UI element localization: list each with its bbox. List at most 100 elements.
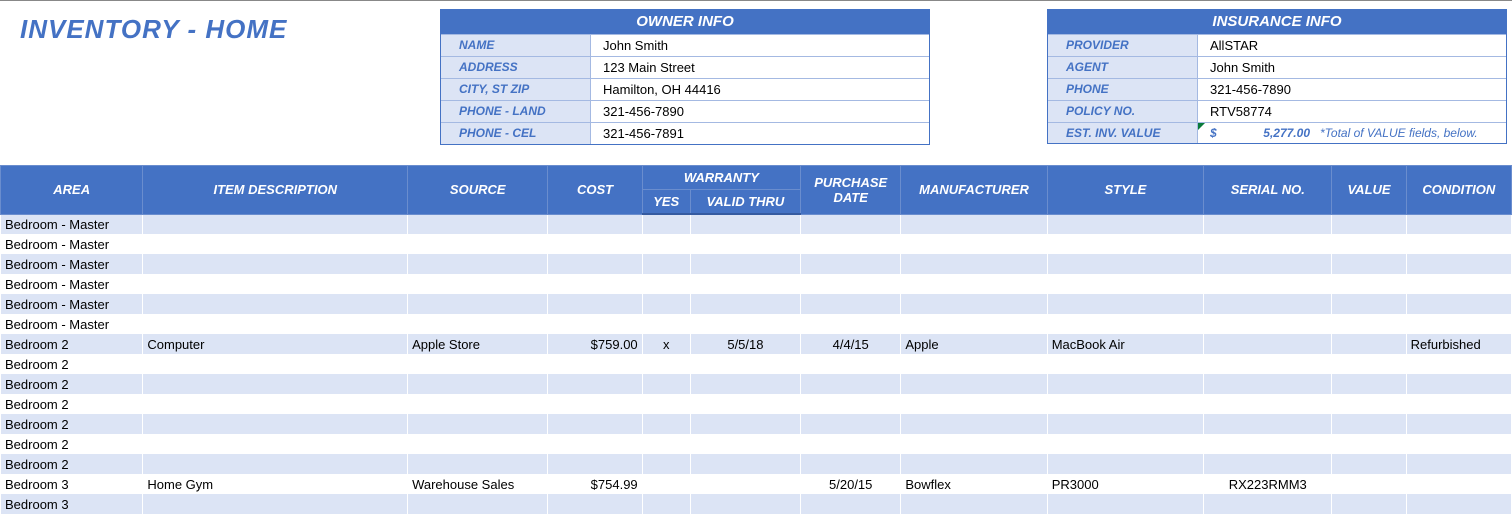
cell-cond[interactable] — [1406, 414, 1511, 434]
cell-yes[interactable] — [642, 274, 690, 294]
cell-area[interactable]: Bedroom - Master — [1, 294, 143, 314]
cell-cond[interactable]: Refurbished — [1406, 334, 1511, 354]
cell-pdate[interactable] — [801, 374, 901, 394]
cell-mfr[interactable]: Apple — [901, 334, 1047, 354]
cell-cond[interactable] — [1406, 254, 1511, 274]
cell-cond[interactable] — [1406, 274, 1511, 294]
cell-thru[interactable] — [690, 454, 800, 474]
cell-value[interactable] — [1332, 434, 1406, 454]
cell-area[interactable]: Bedroom - Master — [1, 234, 143, 254]
cell-pdate[interactable] — [801, 214, 901, 234]
cell-value[interactable] — [1332, 454, 1406, 474]
insurance-est-value-cell[interactable]: $ 5,277.00 *Total of VALUE fields, below… — [1198, 123, 1506, 143]
cell-cond[interactable] — [1406, 214, 1511, 234]
owner-address-value[interactable]: 123 Main Street — [591, 57, 929, 78]
cell-pdate[interactable]: 5/20/15 — [801, 474, 901, 494]
cell-style[interactable]: MacBook Air — [1047, 334, 1203, 354]
cell-serial[interactable] — [1204, 394, 1332, 414]
cell-cond[interactable] — [1406, 374, 1511, 394]
cell-yes[interactable] — [642, 434, 690, 454]
cell-desc[interactable] — [143, 494, 408, 514]
col-header-serial[interactable]: SERIAL NO. — [1204, 166, 1332, 215]
cell-serial[interactable] — [1204, 354, 1332, 374]
cell-style[interactable] — [1047, 454, 1203, 474]
insurance-agent-value[interactable]: John Smith — [1198, 57, 1506, 78]
cell-area[interactable]: Bedroom 3 — [1, 474, 143, 494]
cell-cost[interactable] — [548, 434, 642, 454]
cell-style[interactable] — [1047, 294, 1203, 314]
cell-source[interactable] — [408, 214, 548, 234]
cell-thru[interactable] — [690, 354, 800, 374]
cell-style[interactable] — [1047, 214, 1203, 234]
cell-cond[interactable] — [1406, 454, 1511, 474]
cell-yes[interactable] — [642, 494, 690, 514]
cell-style[interactable] — [1047, 254, 1203, 274]
cell-mfr[interactable] — [901, 314, 1047, 334]
cell-value[interactable] — [1332, 374, 1406, 394]
cell-desc[interactable] — [143, 434, 408, 454]
col-header-cond[interactable]: CONDITION — [1406, 166, 1511, 215]
cell-cond[interactable] — [1406, 494, 1511, 514]
cell-pdate[interactable] — [801, 354, 901, 374]
cell-pdate[interactable]: 4/4/15 — [801, 334, 901, 354]
cell-value[interactable] — [1332, 494, 1406, 514]
insurance-phone-value[interactable]: 321-456-7890 — [1198, 79, 1506, 100]
cell-cost[interactable] — [548, 214, 642, 234]
cell-source[interactable] — [408, 434, 548, 454]
cell-pdate[interactable] — [801, 494, 901, 514]
cell-yes[interactable]: x — [642, 334, 690, 354]
cell-cost[interactable]: $759.00 — [548, 334, 642, 354]
cell-source[interactable] — [408, 354, 548, 374]
cell-cost[interactable]: $754.99 — [548, 474, 642, 494]
col-header-pdate[interactable]: PURCHASE DATE — [801, 166, 901, 215]
cell-cost[interactable] — [548, 374, 642, 394]
cell-thru[interactable]: 5/5/18 — [690, 334, 800, 354]
cell-desc[interactable] — [143, 394, 408, 414]
cell-pdate[interactable] — [801, 314, 901, 334]
cell-area[interactable]: Bedroom 2 — [1, 434, 143, 454]
cell-cost[interactable] — [548, 354, 642, 374]
cell-source[interactable] — [408, 274, 548, 294]
cell-value[interactable] — [1332, 354, 1406, 374]
cell-style[interactable] — [1047, 354, 1203, 374]
cell-cond[interactable] — [1406, 234, 1511, 254]
cell-desc[interactable] — [143, 454, 408, 474]
cell-yes[interactable] — [642, 454, 690, 474]
cell-thru[interactable] — [690, 314, 800, 334]
cell-value[interactable] — [1332, 314, 1406, 334]
cell-yes[interactable] — [642, 394, 690, 414]
col-header-style[interactable]: STYLE — [1047, 166, 1203, 215]
cell-desc[interactable]: Home Gym — [143, 474, 408, 494]
owner-phone-land-value[interactable]: 321-456-7890 — [591, 101, 929, 122]
cell-style[interactable] — [1047, 274, 1203, 294]
cell-pdate[interactable] — [801, 394, 901, 414]
cell-serial[interactable] — [1204, 494, 1332, 514]
insurance-provider-value[interactable]: AllSTAR — [1198, 35, 1506, 56]
cell-cost[interactable] — [548, 494, 642, 514]
cell-thru[interactable] — [690, 374, 800, 394]
col-header-warranty-thru[interactable]: VALID THRU — [690, 190, 800, 215]
cell-serial[interactable] — [1204, 234, 1332, 254]
cell-serial[interactable] — [1204, 254, 1332, 274]
cell-serial[interactable] — [1204, 334, 1332, 354]
cell-thru[interactable] — [690, 274, 800, 294]
cell-desc[interactable] — [143, 214, 408, 234]
cell-cond[interactable] — [1406, 394, 1511, 414]
cell-area[interactable]: Bedroom 2 — [1, 394, 143, 414]
cell-area[interactable]: Bedroom 2 — [1, 414, 143, 434]
cell-source[interactable] — [408, 234, 548, 254]
cell-style[interactable]: PR3000 — [1047, 474, 1203, 494]
cell-style[interactable] — [1047, 394, 1203, 414]
cell-serial[interactable]: RX223RMM3 — [1204, 474, 1332, 494]
cell-desc[interactable] — [143, 354, 408, 374]
cell-value[interactable] — [1332, 294, 1406, 314]
cell-pdate[interactable] — [801, 294, 901, 314]
cell-pdate[interactable] — [801, 454, 901, 474]
cell-yes[interactable] — [642, 354, 690, 374]
cell-source[interactable] — [408, 414, 548, 434]
cell-area[interactable]: Bedroom 3 — [1, 494, 143, 514]
cell-source[interactable] — [408, 314, 548, 334]
cell-mfr[interactable] — [901, 254, 1047, 274]
cell-mfr[interactable] — [901, 214, 1047, 234]
cell-value[interactable] — [1332, 274, 1406, 294]
